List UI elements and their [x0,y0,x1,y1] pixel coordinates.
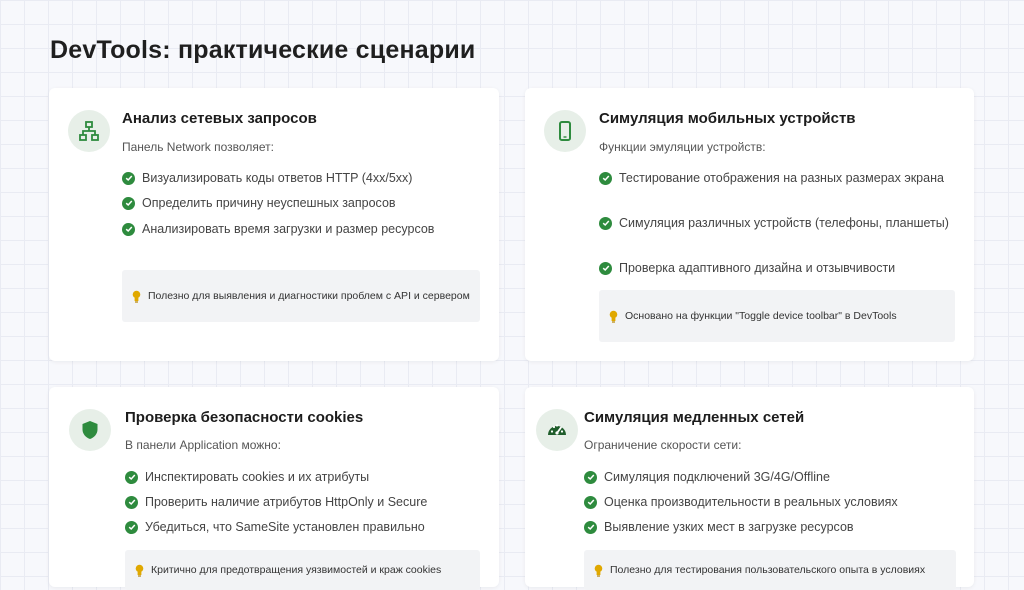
card-cookie-security: Проверка безопасности cookies В панели A… [49,387,499,590]
list-item: Проверить наличие атрибутов HttpOnly и S… [125,495,427,509]
list-item-label: Проверить наличие атрибутов HttpOnly и S… [145,495,428,509]
card-subtitle: В панели Application можно: [125,438,281,452]
check-icon [584,470,597,484]
check-icon [584,520,597,534]
list-item: Анализировать время загрузки и размер ре… [122,222,434,236]
info-note: Полезно для тестирования пользовательско… [584,550,956,590]
list-item: Убедиться, что SameSite установлен прави… [125,520,425,534]
note-text: Основано на функции "Toggle device toolb… [625,310,897,322]
list-item: Проверка адаптивного дизайна и отзывчиво… [599,261,895,275]
check-icon [599,171,612,185]
list-item: Визуализировать коды ответов HTTP (4xx/5… [122,171,412,185]
lightbulb-icon [132,290,141,303]
list-item: Симуляция различных устройств (телефоны,… [599,216,949,230]
card-title: Симуляция мобильных устройств [599,110,856,127]
list-item-label: Симуляция различных устройств (телефоны,… [619,216,949,230]
speedometer-icon [536,409,578,451]
check-icon [122,222,135,236]
shield-icon [69,409,111,451]
list-item-label: Определить причину неуспешных запросов [142,196,396,210]
info-note: Полезно для выявления и диагностики проб… [122,270,480,322]
note-text: Критично для предотвращения уязвимостей … [151,564,442,576]
lightbulb-icon [135,564,144,577]
card-title: Проверка безопасности cookies [125,409,364,426]
list-item-label: Убедиться, что SameSite установлен прави… [145,520,425,534]
lightbulb-icon [609,310,618,323]
note-text: Полезно для выявления и диагностики проб… [148,290,470,302]
check-icon [599,261,612,275]
card-subtitle: Ограничение скорости сети: [584,438,742,452]
list-item-label: Симуляция подключений 3G/4G/Offline [604,470,830,484]
card-subtitle: Функции эмуляции устройств: [599,140,766,154]
card-title: Симуляция медленных сетей [584,409,805,426]
list-item-label: Проверка адаптивного дизайна и отзывчиво… [619,261,896,275]
list-item-label: Оценка производительности в реальных усл… [604,495,898,509]
list-item: Определить причину неуспешных запросов [122,196,396,210]
list-item-label: Визуализировать коды ответов HTTP (4xx/5… [142,171,413,185]
list-item: Инспектировать cookies и их атрибуты [125,470,369,484]
card-title: Анализ сетевых запросов [122,110,317,127]
list-item: Симуляция подключений 3G/4G/Offline [584,470,830,484]
page-title: DevTools: практические сценарии [50,36,476,64]
card-network-analysis: Анализ сетевых запросов Панель Network п… [49,88,499,361]
network-icon [68,110,110,152]
check-icon [122,196,135,210]
note-text: Полезно для тестирования пользовательско… [610,564,926,576]
info-note: Основано на функции "Toggle device toolb… [599,290,955,342]
check-icon [125,495,138,509]
list-item-label: Анализировать время загрузки и размер ре… [142,222,435,236]
list-item: Оценка производительности в реальных усл… [584,495,898,509]
card-subtitle: Панель Network позволяет: [122,140,274,154]
list-item-label: Инспектировать cookies и их атрибуты [145,470,370,484]
mobile-icon [544,110,586,152]
check-icon [122,171,135,185]
list-item-label: Тестирование отображения на разных разме… [619,171,944,185]
list-item: Тестирование отображения на разных разме… [599,171,944,185]
check-icon [584,495,597,509]
check-icon [125,520,138,534]
list-item: Выявление узких мест в загрузке ресурсов [584,520,854,534]
list-item-label: Выявление узких мест в загрузке ресурсов [604,520,854,534]
card-mobile-simulation: Симуляция мобильных устройств Функции эм… [525,88,974,361]
lightbulb-icon [594,564,603,577]
card-slow-network: Симуляция медленных сетей Ограничение ск… [525,387,974,590]
check-icon [599,216,612,230]
info-note: Критично для предотвращения уязвимостей … [125,550,480,590]
check-icon [125,470,138,484]
